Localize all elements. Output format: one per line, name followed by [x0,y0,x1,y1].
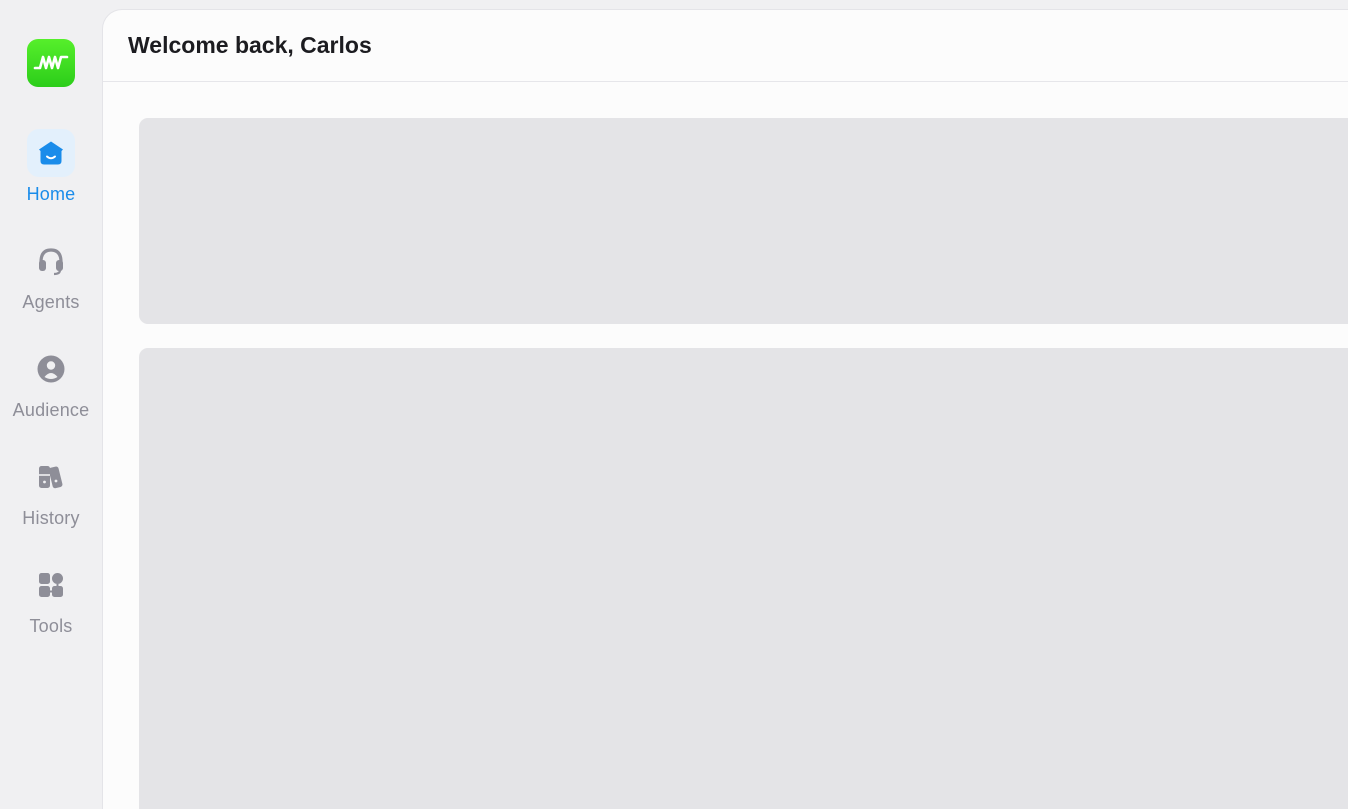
sidebar-item-label: History [22,508,80,528]
sidebar-item-history[interactable]: History [0,453,102,549]
headset-icon [27,237,75,285]
sidebar-item-label: Tools [29,616,73,636]
sidebar: Home Agents Audience History Tools [0,0,102,809]
page-header: Welcome back, Carlos [103,10,1348,82]
loading-skeleton-panel [139,348,1348,809]
sidebar-item-label: Audience [12,400,90,420]
sidebar-item-home[interactable]: Home [0,129,102,225]
books-icon [27,453,75,501]
page-title: Welcome back, Carlos [128,32,372,58]
sidebar-item-label: Home [26,184,76,204]
main-panel: Welcome back, Carlos [102,9,1348,809]
sidebar-item-agents[interactable]: Agents [0,237,102,333]
tools-icon [27,561,75,609]
sidebar-item-tools[interactable]: Tools [0,561,102,657]
user-circle-icon [27,345,75,393]
waveform-icon [33,55,69,70]
sidebar-item-audience[interactable]: Audience [0,345,102,441]
app-logo[interactable] [27,39,75,87]
loading-skeleton-card [139,118,1348,324]
sidebar-item-label: Agents [22,292,80,312]
home-icon [27,129,75,177]
